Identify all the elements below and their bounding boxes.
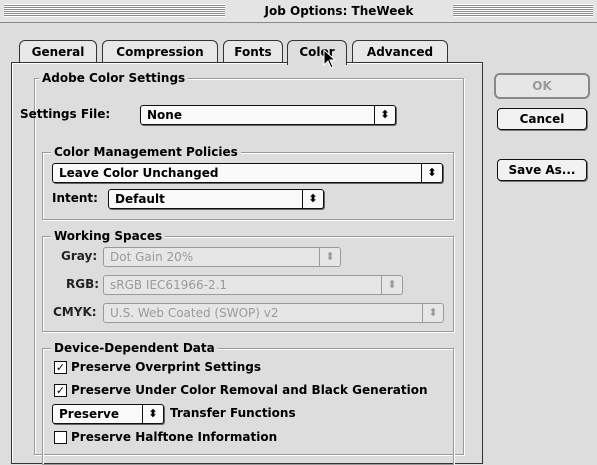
save-as-button[interactable]: Save As...	[497, 159, 587, 181]
up-down-arrows-icon: ⬍	[142, 405, 163, 423]
gray-popup[interactable]: Dot Gain 20% ⬍	[103, 247, 341, 267]
gray-label: Gray:	[61, 249, 98, 263]
gray-value: Dot Gain 20%	[110, 250, 194, 264]
up-down-arrows-icon: ⬍	[381, 276, 402, 294]
working-spaces-title: Working Spaces	[51, 228, 166, 244]
preserve-halftone-checkbox-row[interactable]: Preserve Halftone Information	[54, 428, 434, 446]
tab-compression[interactable]: Compression	[102, 40, 218, 63]
tab-advanced[interactable]: Advanced	[352, 40, 448, 63]
tab-compression-label: Compression	[116, 45, 204, 59]
window-title: Job Options: TheWeek	[225, 3, 453, 19]
cmyk-popup[interactable]: U.S. Web Coated (SWOP) v2 ⬍	[103, 303, 444, 323]
rgb-value: sRGB IEC61966-2.1	[110, 278, 228, 292]
tab-advanced-label: Advanced	[366, 45, 434, 59]
preserve-ucr-checkbox-row[interactable]: ✓ Preserve Under Color Removal and Black…	[54, 381, 474, 399]
adobe-color-settings-title: Adobe Color Settings	[39, 70, 189, 86]
transfer-functions-popup[interactable]: Preserve ⬍	[52, 404, 164, 424]
cmyk-label: CMYK:	[53, 305, 97, 319]
tab-color[interactable]: Color	[287, 40, 347, 65]
tab-general-label: General	[31, 45, 85, 59]
up-down-arrows-icon: ⬍	[422, 304, 443, 322]
cancel-button[interactable]: Cancel	[497, 108, 587, 130]
color-policy-value: Leave Color Unchanged	[59, 166, 219, 180]
preserve-halftone-checkbox[interactable]	[54, 431, 67, 444]
color-tab-panel: Adobe Color Settings Settings File: None…	[11, 62, 483, 465]
color-management-policies-title: Color Management Policies	[51, 144, 241, 160]
preserve-ucr-label: Preserve Under Color Removal and Black G…	[71, 383, 428, 397]
settings-file-popup[interactable]: None ⬍	[140, 105, 396, 125]
checkmark-icon: ✓	[55, 384, 66, 397]
preserve-overprint-label: Preserve Overprint Settings	[71, 360, 261, 374]
preserve-overprint-checkbox-row[interactable]: ✓ Preserve Overprint Settings	[54, 358, 434, 376]
intent-popup[interactable]: Default ⬍	[108, 189, 324, 209]
ok-button[interactable]: OK	[494, 73, 590, 99]
checkmark-icon: ✓	[55, 361, 66, 374]
tab-general[interactable]: General	[19, 40, 97, 63]
preserve-halftone-label: Preserve Halftone Information	[71, 430, 278, 444]
preserve-overprint-checkbox[interactable]: ✓	[54, 361, 67, 374]
rgb-label: RGB:	[66, 277, 100, 291]
transfer-functions-label: Transfer Functions	[170, 406, 296, 420]
up-down-arrows-icon: ⬍	[319, 248, 340, 266]
tab-fonts-label: Fonts	[234, 45, 272, 59]
up-down-arrows-icon: ⬍	[421, 164, 442, 182]
arrow-cursor-icon	[323, 49, 337, 69]
up-down-arrows-icon: ⬍	[302, 190, 323, 208]
settings-file-label: Settings File:	[20, 107, 111, 121]
device-dependent-data-title: Device-Dependent Data	[51, 340, 218, 356]
up-down-arrows-icon: ⬍	[374, 106, 395, 124]
cmyk-value: U.S. Web Coated (SWOP) v2	[110, 306, 279, 320]
intent-label: Intent:	[52, 191, 98, 205]
intent-value: Default	[115, 192, 165, 206]
transfer-functions-value: Preserve	[59, 407, 120, 421]
color-policy-popup[interactable]: Leave Color Unchanged ⬍	[52, 163, 443, 183]
preserve-ucr-checkbox[interactable]: ✓	[54, 384, 67, 397]
rgb-popup[interactable]: sRGB IEC61966-2.1 ⬍	[103, 275, 403, 295]
settings-file-value: None	[147, 108, 182, 122]
tab-fonts[interactable]: Fonts	[223, 40, 283, 63]
window-title-bar[interactable]: Job Options: TheWeek	[0, 0, 597, 23]
